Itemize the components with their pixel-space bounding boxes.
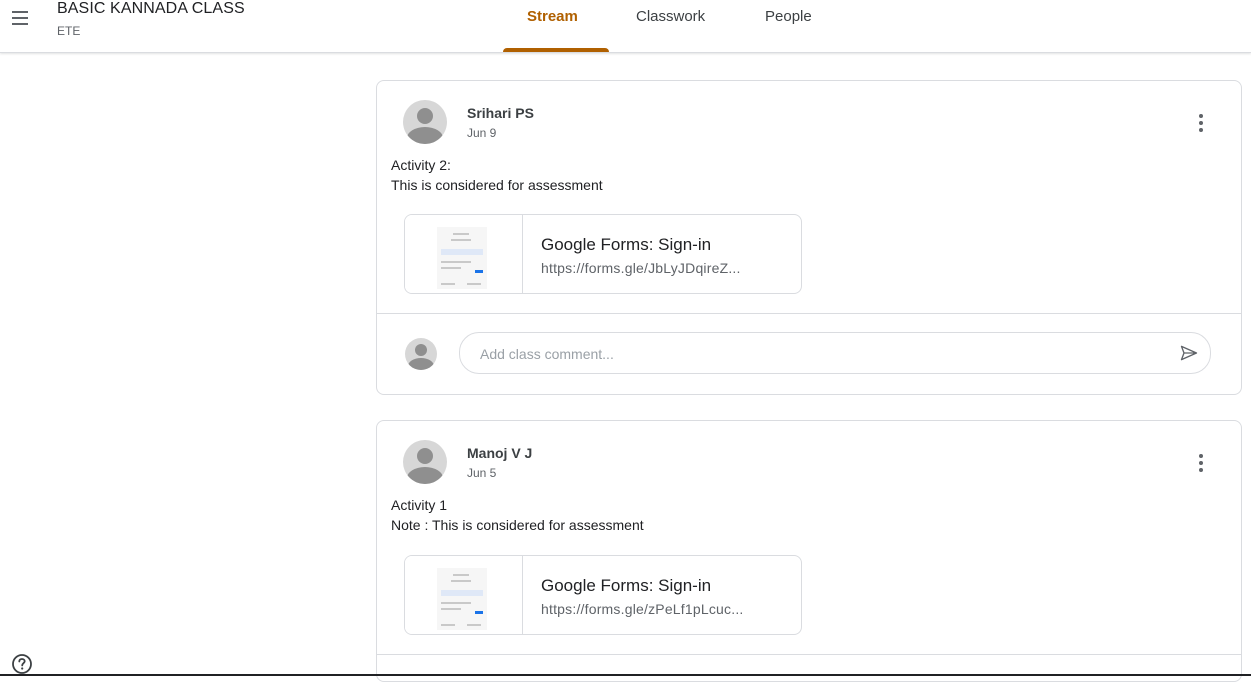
class-title[interactable]: BASIC KANNADA CLASS (57, 0, 245, 18)
stream-post: Srihari PS Jun 9 Activity 2: This is con… (376, 80, 1242, 395)
post-date: Jun 5 (467, 466, 497, 480)
post-author: Srihari PS (467, 105, 534, 121)
link-attachment[interactable]: Google Forms: Sign-in https://forms.gle/… (404, 555, 802, 635)
post-line: Note : This is considered for assessment (391, 517, 644, 533)
post-date: Jun 9 (467, 126, 497, 140)
attachment-url[interactable]: https://forms.gle/JbLyJDqireZ... (541, 260, 741, 276)
divider (377, 654, 1241, 655)
comment-field[interactable] (459, 332, 1211, 374)
post-author: Manoj V J (467, 445, 533, 461)
comment-input[interactable] (478, 343, 1142, 365)
attachment-title[interactable]: Google Forms: Sign-in (541, 576, 711, 596)
avatar (403, 440, 447, 484)
post-line: Activity 1 (391, 497, 448, 513)
tab-people[interactable]: People (765, 8, 812, 25)
more-vert-icon[interactable] (1191, 111, 1211, 135)
post-line: Activity 2: (391, 157, 451, 173)
more-vert-icon[interactable] (1191, 451, 1211, 475)
tab-stream[interactable]: Stream (527, 8, 578, 25)
menu-icon[interactable] (6, 4, 34, 32)
avatar (405, 338, 437, 370)
avatar (403, 100, 447, 144)
attachment-title[interactable]: Google Forms: Sign-in (541, 235, 711, 255)
post-line: This is considered for assessment (391, 177, 603, 193)
attachment-thumbnail (405, 215, 523, 293)
attachment-thumbnail (405, 556, 523, 634)
send-icon[interactable] (1178, 343, 1200, 363)
attachment-url[interactable]: https://forms.gle/zPeLf1pLcuc... (541, 601, 744, 617)
class-section: ETE (57, 24, 81, 38)
active-tab-indicator (503, 48, 609, 52)
top-app-bar: BASIC KANNADA CLASS ETE Stream Classwork… (0, 0, 1251, 53)
stream-post: Manoj V J Jun 5 Activity 1 Note : This i… (376, 420, 1242, 682)
tab-classwork[interactable]: Classwork (636, 8, 705, 25)
link-attachment[interactable]: Google Forms: Sign-in https://forms.gle/… (404, 214, 802, 294)
divider (377, 313, 1241, 314)
help-icon[interactable] (10, 652, 34, 676)
